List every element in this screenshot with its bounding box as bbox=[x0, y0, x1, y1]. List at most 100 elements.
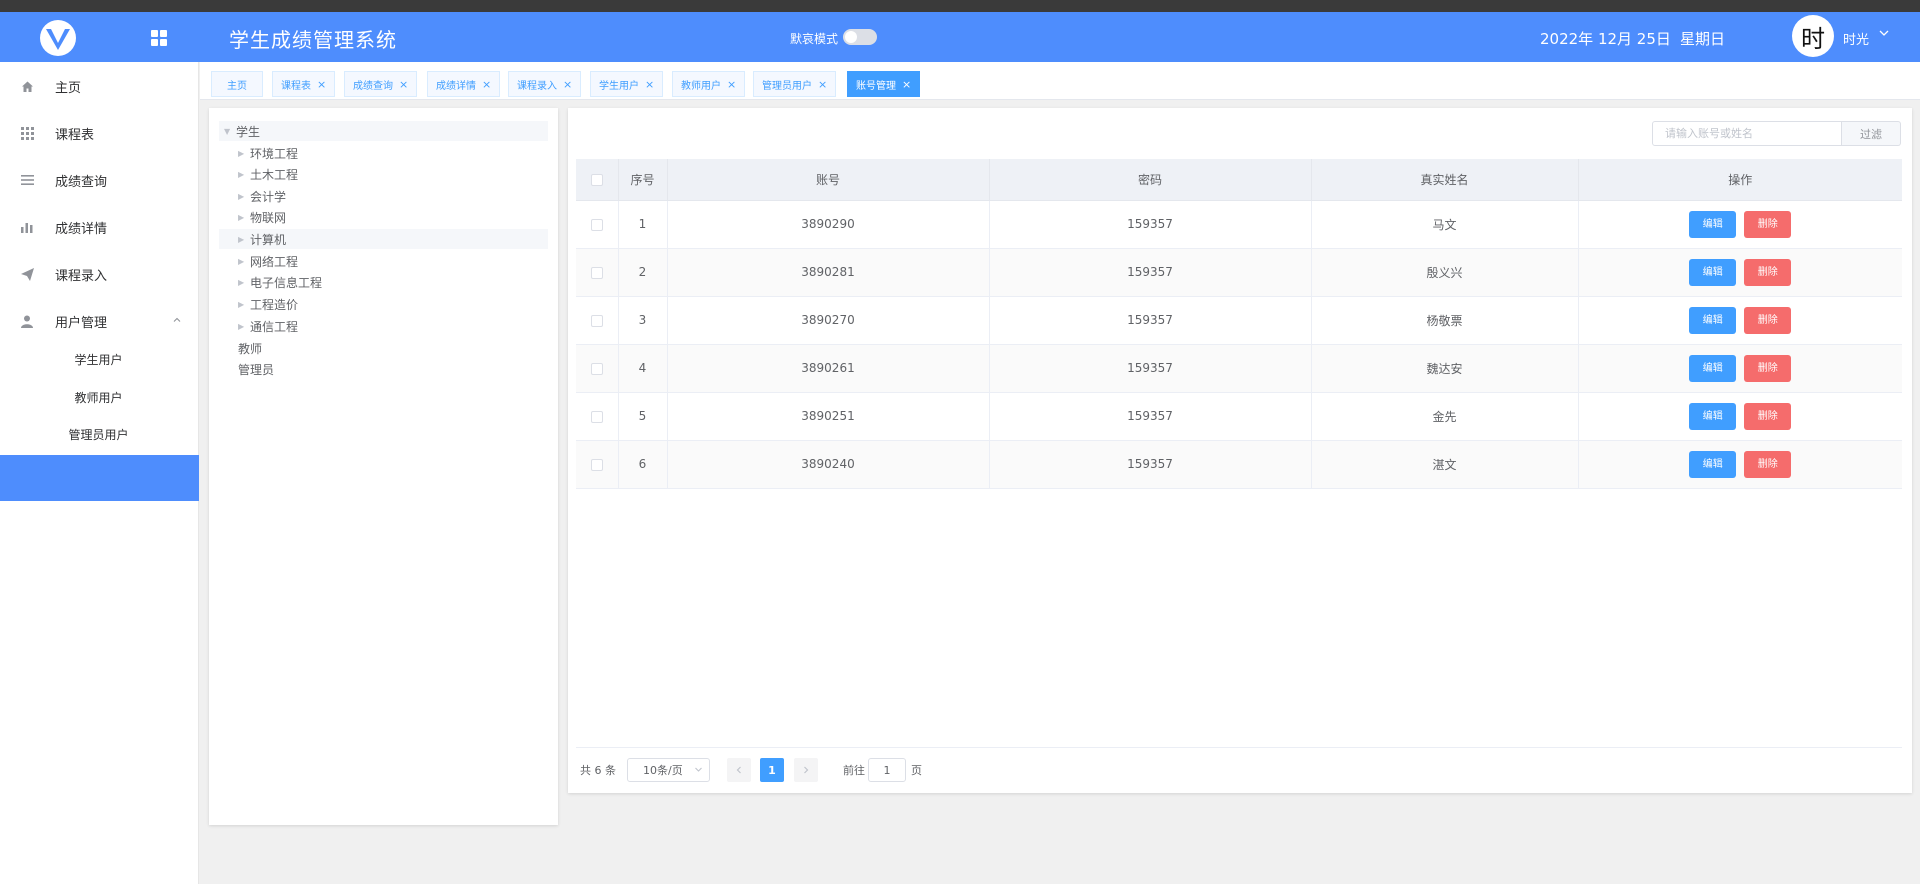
edit-button[interactable]: 编辑 bbox=[1689, 450, 1737, 478]
close-icon[interactable]: × bbox=[563, 78, 572, 91]
search-input[interactable] bbox=[1652, 121, 1842, 146]
next-page-button[interactable] bbox=[794, 758, 818, 782]
tag-account-management[interactable]: 账号管理 × bbox=[847, 71, 921, 97]
chevron-down-icon[interactable] bbox=[1878, 27, 1890, 42]
table-row: 2 3890281 159357 殷义兴 编辑 删除 bbox=[576, 248, 1902, 297]
tree-node-teachers[interactable]: 教师 bbox=[238, 338, 262, 358]
tag-schedule[interactable]: 课程表 × bbox=[272, 71, 336, 97]
caret-down-icon[interactable]: ▼ bbox=[224, 127, 236, 136]
sidebar-item-user-management[interactable]: 用户管理 bbox=[0, 301, 199, 341]
delete-button[interactable]: 删除 bbox=[1744, 402, 1792, 430]
tree-node[interactable]: ▶ 网络工程 bbox=[238, 251, 298, 271]
app-title: 学生成绩管理系统 bbox=[229, 28, 397, 52]
sidebar-item-grade-detail[interactable]: 成绩详情 bbox=[0, 207, 199, 247]
cell-account: 3890261 bbox=[667, 344, 990, 393]
edit-button[interactable]: 编辑 bbox=[1689, 354, 1737, 382]
page-size-value: 10条/页 bbox=[643, 764, 683, 777]
tag-home[interactable]: 主页 bbox=[211, 71, 263, 97]
cell-real-name: 殷义兴 bbox=[1311, 248, 1579, 297]
sidebar-item-home[interactable]: 主页 bbox=[0, 66, 199, 106]
close-icon[interactable]: × bbox=[399, 78, 408, 91]
tag-student-users[interactable]: 学生用户 × bbox=[590, 71, 664, 97]
chevron-down-icon bbox=[694, 765, 703, 776]
delete-button[interactable]: 删除 bbox=[1744, 306, 1792, 334]
vue-logo-icon[interactable] bbox=[40, 20, 76, 56]
delete-button[interactable]: 删除 bbox=[1744, 210, 1792, 238]
tree-node[interactable]: ▶ 通信工程 bbox=[238, 316, 298, 336]
tree-node-hovered[interactable]: ▶ 计算机 bbox=[219, 229, 548, 249]
avatar[interactable]: 时 bbox=[1792, 15, 1834, 57]
edit-button[interactable]: 编辑 bbox=[1689, 306, 1737, 334]
row-checkbox[interactable] bbox=[590, 218, 603, 231]
row-checkbox[interactable] bbox=[590, 314, 603, 327]
column-header-index: 序号 bbox=[618, 159, 668, 201]
toggle-knob bbox=[845, 31, 857, 43]
tree-node[interactable]: ▶ 工程造价 bbox=[238, 294, 298, 314]
tree-node[interactable]: ▶ 土木工程 bbox=[238, 164, 298, 184]
edit-button[interactable]: 编辑 bbox=[1689, 258, 1737, 286]
tag-grade-query[interactable]: 成绩查询 × bbox=[344, 71, 418, 97]
column-header-actions: 操作 bbox=[1578, 159, 1902, 201]
row-checkbox[interactable] bbox=[590, 266, 603, 279]
sidebar-item-label: 课程录入 bbox=[55, 268, 108, 284]
close-icon[interactable]: × bbox=[727, 78, 736, 91]
cell-account: 3890270 bbox=[667, 296, 990, 345]
tree-node[interactable]: ▶ 电子信息工程 bbox=[238, 272, 322, 292]
table-row: 5 3890251 159357 金先 编辑 删除 bbox=[576, 392, 1902, 441]
sidebar-active-item[interactable] bbox=[0, 455, 199, 501]
sidebar-subitem-student-users[interactable]: 学生用户 bbox=[0, 341, 199, 377]
filter-button[interactable]: 过滤 bbox=[1842, 121, 1901, 146]
apps-grid-icon[interactable] bbox=[151, 30, 167, 46]
sidebar-item-schedule[interactable]: 课程表 bbox=[0, 113, 199, 153]
page-size-select[interactable]: 10条/页 bbox=[627, 758, 710, 782]
caret-right-icon: ▶ bbox=[238, 148, 245, 158]
row-checkbox[interactable] bbox=[590, 458, 603, 471]
row-checkbox[interactable] bbox=[590, 410, 603, 423]
chevron-left-icon bbox=[736, 766, 741, 774]
close-icon[interactable]: × bbox=[645, 78, 654, 91]
sidebar-item-course-entry[interactable]: 课程录入 bbox=[0, 254, 199, 294]
cell-account: 3890240 bbox=[667, 440, 990, 489]
user-icon bbox=[19, 313, 35, 329]
tree-node[interactable]: ▶ 环境工程 bbox=[238, 143, 298, 163]
column-header-account: 账号 bbox=[667, 159, 990, 201]
tag-course-entry[interactable]: 课程录入 × bbox=[508, 71, 582, 97]
edit-button[interactable]: 编辑 bbox=[1689, 210, 1737, 238]
username-dropdown[interactable]: 时光 bbox=[1843, 29, 1869, 48]
edit-button[interactable]: 编辑 bbox=[1689, 402, 1737, 430]
header-select-all[interactable] bbox=[576, 159, 619, 201]
row-checkbox[interactable] bbox=[590, 362, 603, 375]
tag-admin-users[interactable]: 管理员用户 × bbox=[753, 71, 837, 97]
table-row: 3 3890270 159357 杨敬票 编辑 删除 bbox=[576, 296, 1902, 345]
delete-button[interactable]: 删除 bbox=[1744, 258, 1792, 286]
page-number-current[interactable]: 1 bbox=[760, 758, 784, 782]
delete-button[interactable]: 删除 bbox=[1744, 354, 1792, 382]
column-header-password: 密码 bbox=[989, 159, 1312, 201]
close-icon[interactable]: × bbox=[902, 78, 911, 91]
cell-index: 3 bbox=[618, 296, 668, 345]
mourning-mode-toggle[interactable] bbox=[843, 29, 877, 45]
tag-label: 课程录入 bbox=[517, 80, 557, 92]
tree-node[interactable]: ▶ 物联网 bbox=[238, 207, 286, 227]
goto-page-input[interactable] bbox=[868, 758, 906, 782]
chevron-right-icon bbox=[804, 766, 809, 774]
tree-node-students[interactable]: ▼ 学生 bbox=[219, 121, 548, 141]
prev-page-button[interactable] bbox=[727, 758, 751, 782]
close-icon[interactable]: × bbox=[317, 78, 326, 91]
close-icon[interactable]: × bbox=[818, 78, 827, 91]
sidebar-subitem-admin-users[interactable]: 管理员用户 bbox=[0, 416, 199, 452]
cell-account: 3890251 bbox=[667, 392, 990, 441]
cell-real-name: 湛文 bbox=[1311, 440, 1579, 489]
tag-grade-detail[interactable]: 成绩详情 × bbox=[427, 71, 501, 97]
close-icon[interactable]: × bbox=[482, 78, 491, 91]
tree-node[interactable]: ▶ 会计学 bbox=[238, 186, 286, 206]
bar-chart-icon bbox=[19, 219, 35, 235]
cell-password: 159357 bbox=[989, 200, 1312, 249]
sidebar-item-grade-query[interactable]: 成绩查询 bbox=[0, 160, 199, 200]
table-row: 4 3890261 159357 魏达安 编辑 删除 bbox=[576, 344, 1902, 393]
delete-button[interactable]: 删除 bbox=[1744, 450, 1792, 478]
select-all-checkbox[interactable] bbox=[590, 173, 603, 186]
sidebar-subitem-teacher-users[interactable]: 教师用户 bbox=[0, 379, 199, 415]
tag-teacher-users[interactable]: 教师用户 × bbox=[672, 71, 746, 97]
tree-node-admins[interactable]: 管理员 bbox=[238, 359, 274, 379]
